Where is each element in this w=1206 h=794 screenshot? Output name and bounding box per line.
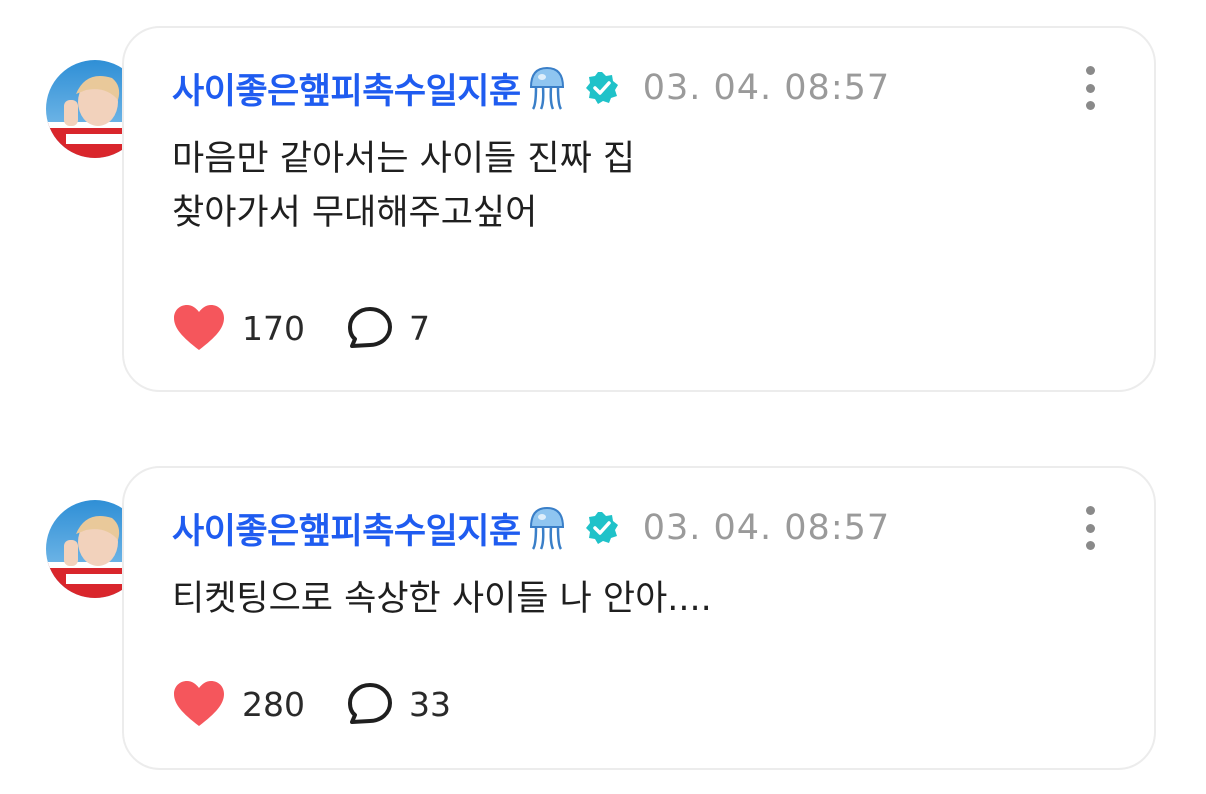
- post-actions: 170 7: [172, 298, 430, 358]
- speech-bubble-icon: [348, 683, 392, 724]
- verified-badge-icon: [585, 71, 619, 105]
- more-vertical-icon[interactable]: [1082, 66, 1098, 110]
- heart-icon: [174, 305, 224, 350]
- post-actions: 280 33: [172, 674, 451, 734]
- comment-button[interactable]: 33: [347, 682, 451, 726]
- like-button[interactable]: 280: [172, 680, 305, 728]
- post-body-line: 마음만 같아서는 사이들 진짜 집: [172, 139, 636, 179]
- heart-icon: [174, 681, 224, 726]
- post-body: 티켓팅으로 속상한 사이들 나 안아....: [172, 572, 712, 626]
- post-body-line: 찾아가서 무대해주고싶어: [172, 193, 538, 233]
- post-header: 사이좋은햎피촉수일지훈 03. 04. 08:57: [172, 58, 890, 118]
- comment-count: 7: [409, 308, 430, 348]
- more-vertical-icon[interactable]: [1082, 506, 1098, 550]
- post-card[interactable]: 사이좋은햎피촉수일지훈 03. 04. 08:57 마음만 같아서는 사이들 진…: [122, 26, 1156, 392]
- like-count: 280: [242, 684, 305, 724]
- comment-count: 33: [409, 684, 451, 724]
- post-body-line: 티켓팅으로 속상한 사이들 나 안아....: [172, 579, 712, 619]
- post-timestamp: 03. 04. 08:57: [642, 68, 891, 108]
- speech-bubble-icon: [348, 307, 392, 348]
- jellyfish-emoji-icon: [527, 65, 567, 111]
- post-header: 사이좋은햎피촉수일지훈 03. 04. 08:57: [172, 498, 890, 558]
- verified-badge-icon: [585, 511, 619, 545]
- jellyfish-emoji-icon: [527, 505, 567, 551]
- post-timestamp: 03. 04. 08:57: [642, 508, 891, 548]
- post-body: 마음만 같아서는 사이들 진짜 집 찾아가서 무대해주고싶어: [172, 132, 635, 240]
- post-card[interactable]: 사이좋은햎피촉수일지훈 03. 04. 08:57 티켓팅으로 속상한 사이들 …: [122, 466, 1156, 770]
- author-name[interactable]: 사이좋은햎피촉수일지훈: [172, 63, 521, 114]
- like-count: 170: [242, 308, 305, 348]
- like-button[interactable]: 170: [172, 304, 305, 352]
- comment-button[interactable]: 7: [347, 306, 430, 350]
- author-name[interactable]: 사이좋은햎피촉수일지훈: [172, 503, 521, 554]
